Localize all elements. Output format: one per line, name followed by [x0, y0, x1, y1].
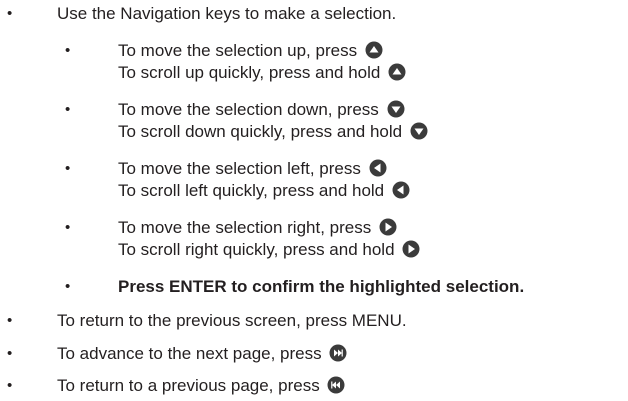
down-arrow-button-icon	[410, 122, 428, 140]
next-page-line: To advance to the next page, press	[57, 344, 347, 364]
move-up-text: To move the selection up, press	[118, 41, 358, 60]
next-page-text: To advance to the next page, press	[57, 344, 322, 363]
scroll-left-line: To scroll left quickly, press and hold	[118, 181, 410, 201]
skip-next-button-icon	[329, 344, 347, 362]
move-down-text: To move the selection down, press	[118, 100, 379, 119]
move-up-line: To move the selection up, press	[118, 41, 383, 61]
scroll-down-line: To scroll down quickly, press and hold	[118, 122, 428, 142]
skip-previous-button-icon	[327, 376, 345, 394]
scroll-left-text: To scroll left quickly, press and hold	[118, 181, 385, 200]
scroll-up-line: To scroll up quickly, press and hold	[118, 63, 406, 83]
left-arrow-button-icon	[369, 159, 387, 177]
menu-text: To return to the previous screen, press …	[57, 311, 407, 330]
right-arrow-button-icon	[402, 240, 420, 258]
scroll-right-text: To scroll right quickly, press and hold	[118, 240, 395, 259]
enter-confirm-text: Press ENTER to confirm the highlighted s…	[118, 277, 525, 296]
up-arrow-button-icon	[365, 41, 383, 59]
bullet: •	[65, 219, 71, 236]
nav-keys-text: Use the Navigation keys to make a select…	[57, 4, 397, 23]
left-arrow-button-icon	[392, 181, 410, 199]
move-right-line: To move the selection right, press	[118, 218, 397, 238]
prev-page-line: To return to a previous page, press	[57, 376, 345, 396]
move-left-text: To move the selection left, press	[118, 159, 361, 178]
bullet: •	[7, 345, 13, 362]
move-down-line: To move the selection down, press	[118, 100, 405, 120]
right-arrow-button-icon	[379, 218, 397, 236]
bullet: •	[65, 101, 71, 118]
bullet: •	[65, 160, 71, 177]
bullet: •	[65, 42, 71, 59]
bullet: •	[7, 5, 13, 22]
up-arrow-button-icon	[388, 63, 406, 81]
bullet: •	[7, 312, 13, 329]
scroll-right-line: To scroll right quickly, press and hold	[118, 240, 420, 260]
scroll-up-text: To scroll up quickly, press and hold	[118, 63, 381, 82]
bullet: •	[65, 278, 71, 295]
prev-page-text: To return to a previous page, press	[57, 376, 320, 395]
move-right-text: To move the selection right, press	[118, 218, 372, 237]
scroll-down-text: To scroll down quickly, press and hold	[118, 122, 403, 141]
bullet: •	[7, 377, 13, 394]
down-arrow-button-icon	[387, 100, 405, 118]
move-left-line: To move the selection left, press	[118, 159, 387, 179]
